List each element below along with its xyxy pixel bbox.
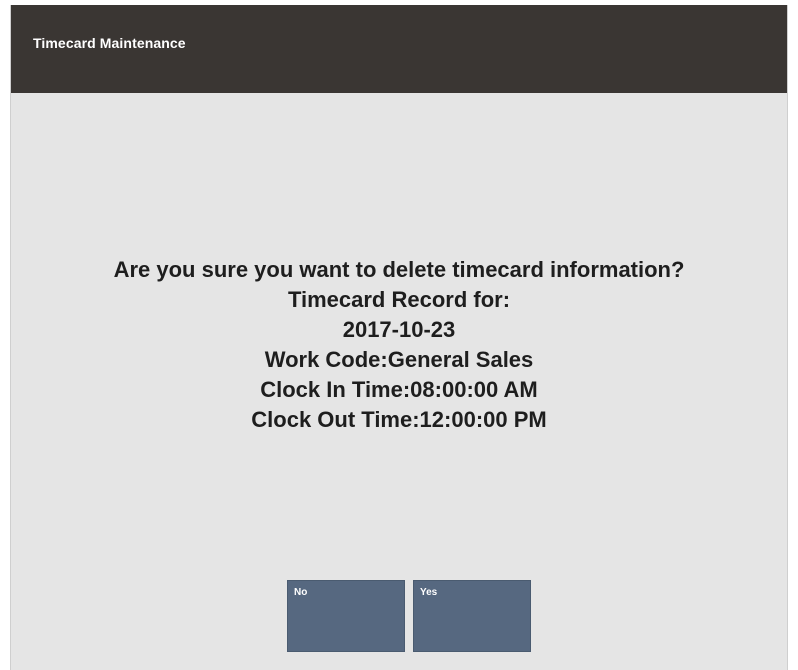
record-work-code: Work Code:General Sales: [264, 347, 534, 372]
record-clock-out: Clock Out Time:12:00:00 PM: [251, 407, 547, 432]
timecard-maintenance-screen: Timecard Maintenance Are you sure you wa…: [10, 5, 788, 670]
no-button[interactable]: No: [287, 580, 405, 652]
confirmation-question: Are you sure you want to delete timecard…: [113, 257, 685, 282]
yes-button-label: Yes: [420, 587, 438, 598]
page-title: Timecard Maintenance: [33, 35, 186, 51]
no-button-label: No: [294, 587, 308, 598]
record-heading: Timecard Record for:: [287, 287, 511, 312]
record-date: 2017-10-23: [342, 317, 456, 342]
header-bar: Timecard Maintenance: [11, 5, 787, 93]
yes-button[interactable]: Yes: [413, 580, 531, 652]
confirmation-message: Are you sure you want to delete timecard…: [11, 255, 787, 435]
record-clock-in: Clock In Time:08:00:00 AM: [260, 377, 538, 402]
